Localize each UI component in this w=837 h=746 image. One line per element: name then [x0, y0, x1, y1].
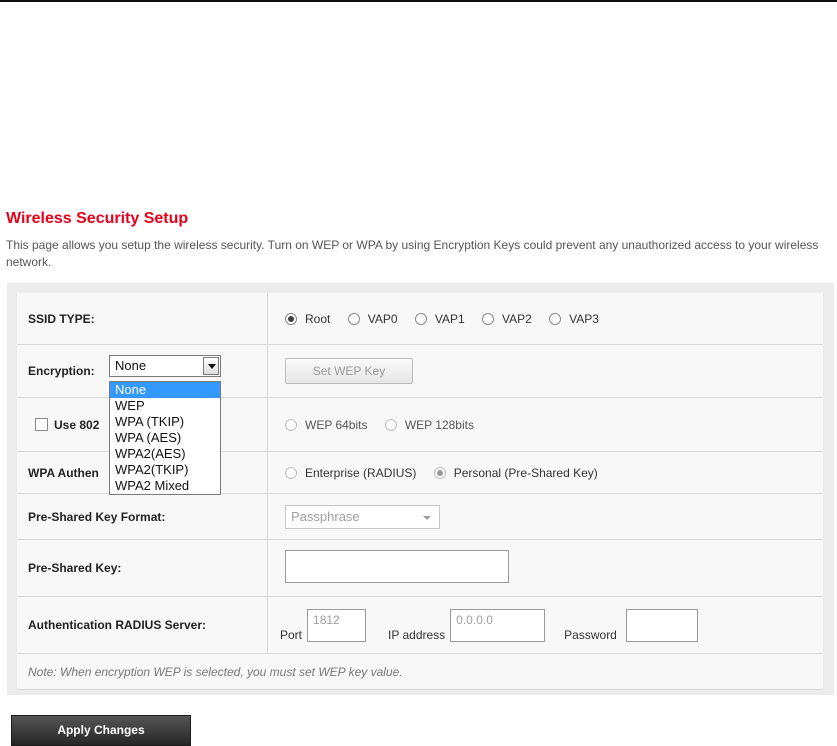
radio-icon-disabled [285, 418, 297, 431]
apply-changes-button[interactable]: Apply Changes [11, 715, 191, 746]
ssid-type-label: SSID TYPE: [17, 293, 268, 345]
top-divider [0, 0, 837, 2]
ssid-option-vap0[interactable]: VAP0 [347, 312, 398, 326]
encryption-option-wep[interactable]: WEP [110, 398, 220, 414]
encryption-option-wpa2-aes[interactable]: WPA2(AES) [110, 446, 220, 462]
wep-128bits-option[interactable]: WEP 128bits [384, 418, 474, 432]
wep-note: Note: When encryption WEP is selected, y… [17, 654, 823, 690]
radius-password-input[interactable] [625, 608, 698, 642]
radius-password-label: Password [564, 627, 617, 642]
radio-icon [481, 312, 494, 325]
row-psk: Pre-Shared Key: [17, 540, 823, 597]
radius-port-label: Port [280, 627, 303, 642]
page-title: Wireless Security Setup [6, 210, 189, 227]
wep-key-length-options: WEP 64bits WEP 128bits [268, 398, 823, 452]
row-ssid-type: SSID TYPE: Root VAP0 VAP1 VAP2 VAP3 [17, 293, 823, 345]
radio-icon-checked [285, 312, 297, 325]
encryption-dropdown-list: None WEP WPA (TKIP) WPA (AES) WPA2(AES) … [109, 381, 221, 495]
radio-icon [347, 312, 360, 325]
encryption-option-none[interactable]: None [110, 382, 220, 398]
radio-icon-disabled [285, 466, 297, 479]
encryption-option-wpa2-mixed[interactable]: WPA2 Mixed [110, 478, 220, 494]
wep-64bits-option[interactable]: WEP 64bits [285, 418, 367, 432]
page-description: This page allows you setup the wireless … [6, 238, 819, 269]
row-psk-format: Pre-Shared Key Format: Passphrase [17, 494, 823, 540]
psk-label: Pre-Shared Key: [17, 540, 268, 597]
psk-cell [268, 540, 823, 597]
psk-format-label: Pre-Shared Key Format: [17, 494, 268, 540]
ssid-type-options: Root VAP0 VAP1 VAP2 VAP3 [268, 293, 823, 345]
row-radius: Authentication RADIUS Server: Port 1812 IP… [17, 597, 823, 654]
ssid-option-vap3[interactable]: VAP3 [549, 312, 599, 326]
radius-port-input[interactable]: 1812 [307, 608, 367, 642]
encryption-label: Encryption: [28, 364, 95, 379]
radius-cell: Port 1812 IP address 0.0.0.0 Password [268, 597, 823, 654]
psk-input[interactable] [285, 550, 509, 583]
use-8021x-checkbox[interactable] [35, 417, 48, 431]
wpa-personal-option[interactable]: Personal (Pre-Shared Key) [433, 466, 598, 480]
wpa-auth-options: Enterprise (RADIUS) Personal (Pre-Shared… [268, 452, 823, 494]
encryption-select[interactable]: None [109, 355, 221, 377]
encryption-option-wpa-tkip[interactable]: WPA (TKIP) [110, 414, 220, 430]
encryption-option-wpa-aes[interactable]: WPA (AES) [110, 430, 220, 446]
row-note: Note: When encryption WEP is selected, y… [17, 654, 823, 690]
wpa-enterprise-option[interactable]: Enterprise (RADIUS) [285, 466, 416, 480]
encryption-select-value: None [115, 358, 147, 373]
encryption-actions: Set WEP Key [268, 345, 823, 398]
radio-icon [414, 312, 427, 325]
set-wep-key-button[interactable]: Set WEP Key [285, 358, 413, 384]
psk-format-select[interactable]: Passphrase [285, 504, 440, 529]
radius-label: Authentication RADIUS Server: [17, 597, 268, 654]
chevron-down-icon [423, 515, 431, 520]
ssid-option-vap1[interactable]: VAP1 [414, 312, 465, 326]
radius-ip-label: IP address [388, 627, 446, 642]
encryption-option-wpa2-tkip[interactable]: WPA2(TKIP) [110, 462, 220, 478]
ssid-option-root[interactable]: Root [285, 312, 330, 326]
psk-format-cell: Passphrase [268, 494, 823, 540]
ssid-option-vap2[interactable]: VAP2 [481, 312, 532, 326]
radio-icon [549, 312, 562, 325]
radio-icon-disabled [384, 418, 397, 431]
radio-icon-checked [433, 466, 446, 479]
chevron-down-icon[interactable] [203, 357, 219, 375]
use-8021x-label-start: Use 802 [54, 417, 100, 432]
radius-ip-input[interactable]: 0.0.0.0 [450, 608, 546, 642]
